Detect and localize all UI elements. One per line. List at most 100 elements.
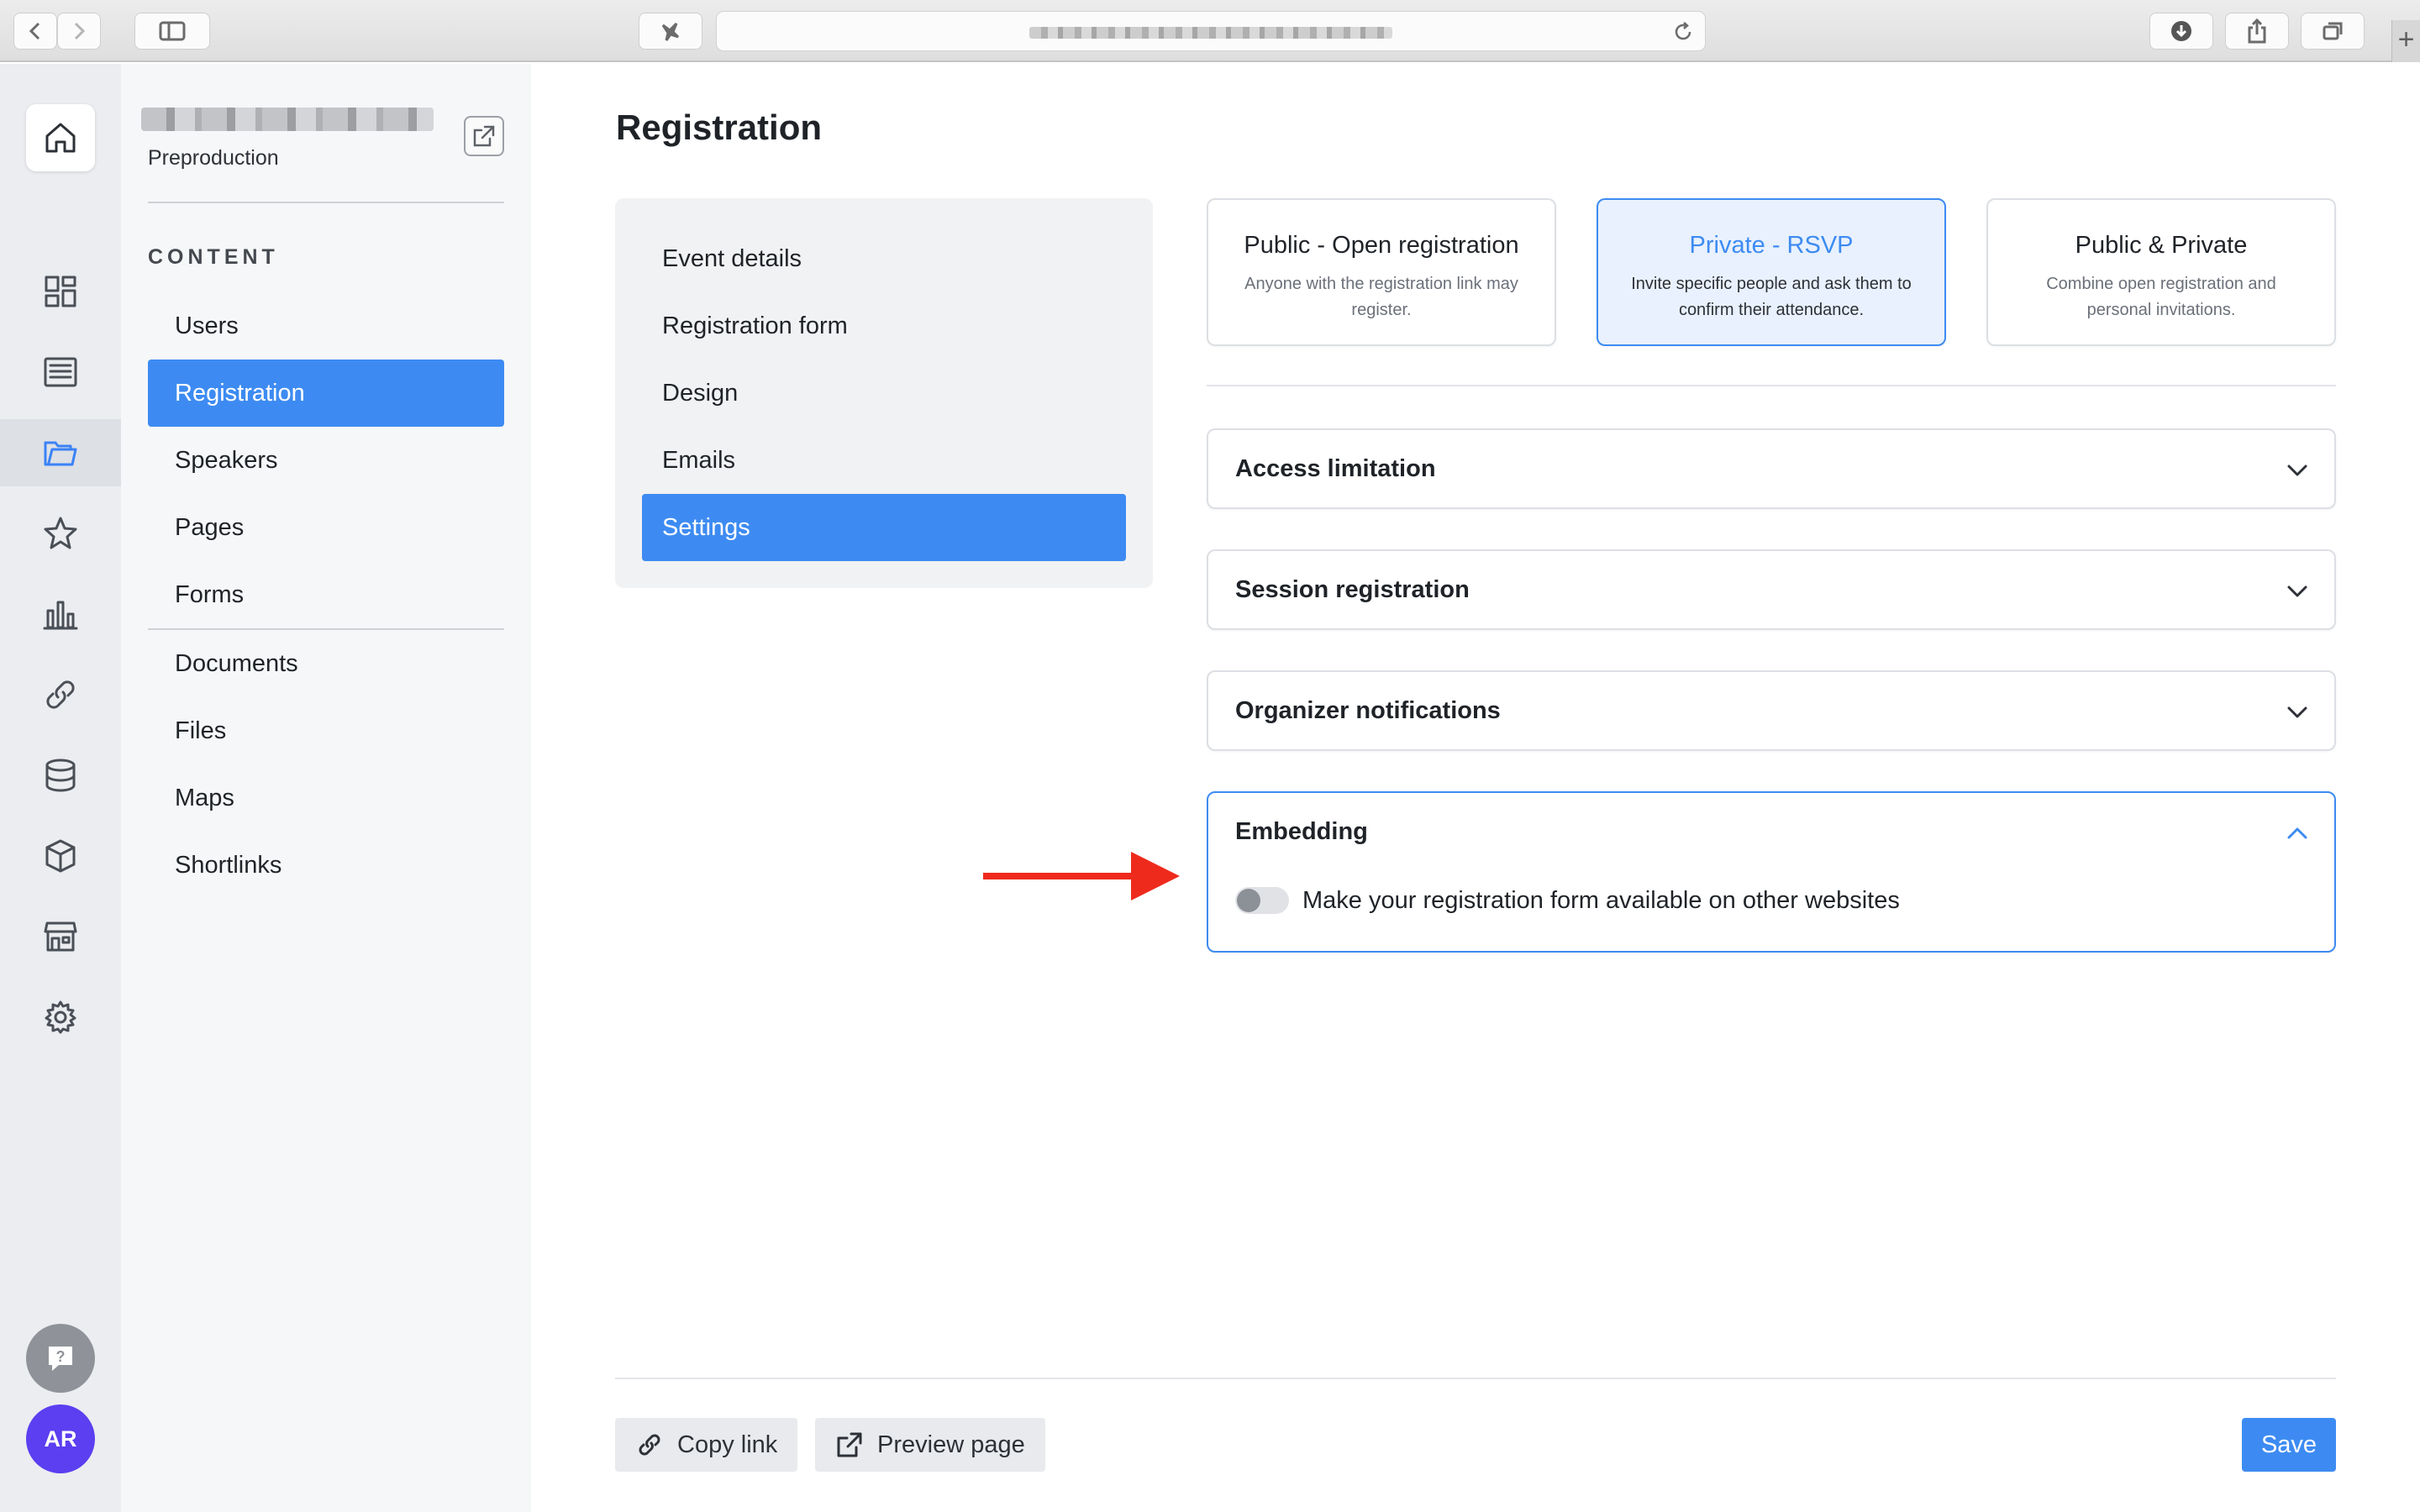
chevron-down-icon [2287, 585, 2307, 597]
rail-item-news[interactable] [0, 339, 121, 406]
accordion-title: Session registration [1235, 576, 1470, 603]
sidebar-item-files[interactable]: Files [148, 697, 504, 764]
registration-type-description: Anyone with the registration link may re… [1244, 275, 1518, 319]
app-icon-rail: ? AR [0, 64, 121, 1512]
sidebar-item-speakers[interactable]: Speakers [148, 427, 504, 494]
sidebar-toggle-button[interactable] [134, 13, 210, 50]
chevron-left-icon [29, 22, 40, 40]
subnav-event-details[interactable]: Event details [642, 225, 1126, 292]
link-icon [46, 680, 75, 709]
preview-page-button[interactable]: Preview page [815, 1418, 1045, 1472]
sidebar-item-registration[interactable]: Registration [148, 360, 504, 427]
tabs-icon [2323, 22, 2343, 40]
accordion-embedding[interactable]: Embedding Make your registration form av… [1207, 791, 2336, 953]
rail-item-links[interactable] [0, 661, 121, 728]
embedding-toggle-label: Make your registration form available on… [1302, 887, 1900, 914]
registration-type-title: Public - Open registration [1244, 232, 1519, 259]
accordion-title: Access limitation [1235, 455, 1436, 482]
project-environment: Preproduction [148, 146, 279, 170]
browser-toolbar: + [0, 0, 2420, 62]
open-external-button[interactable] [464, 116, 504, 156]
rail-item-store[interactable] [0, 903, 121, 970]
user-avatar[interactable]: AR [26, 1404, 95, 1473]
rail-item-modules[interactable] [0, 822, 121, 890]
registration-type-public-private[interactable]: Public & Private Combine open registrati… [1986, 198, 2336, 346]
help-icon: ? [49, 1347, 72, 1371]
share-button[interactable] [2225, 13, 2289, 50]
red-arrow-annotation [983, 852, 1180, 900]
registration-subnav: Event details Registration form Design E… [615, 198, 1153, 588]
rail-item-content[interactable] [0, 419, 121, 486]
registration-type-private-rsvp[interactable]: Private - RSVP Invite specific people an… [1597, 198, 1946, 346]
registration-type-title: Private - RSVP [1689, 232, 1854, 259]
accordion-title: Organizer notifications [1235, 697, 1501, 724]
embedding-toggle[interactable] [1235, 887, 1289, 914]
copy-link-button[interactable]: Copy link [615, 1418, 798, 1472]
package-icon [45, 839, 76, 873]
rail-item-favorites[interactable] [0, 500, 121, 567]
toggle-knob [1237, 889, 1260, 912]
sidebar-icon [159, 21, 186, 41]
rail-item-dashboard[interactable] [0, 258, 121, 325]
tabs-button[interactable] [2301, 13, 2365, 50]
address-text-redacted [1029, 27, 1392, 39]
sidebar-item-users[interactable]: Users [148, 292, 504, 360]
star-icon [44, 517, 77, 549]
subnav-emails[interactable]: Emails [642, 427, 1126, 494]
folder-icon [44, 441, 77, 466]
registration-type-description: Combine open registration and personal i… [2046, 275, 2276, 319]
save-button[interactable]: Save [2242, 1418, 2336, 1472]
download-icon [2171, 21, 2191, 41]
sidebar-item-documents[interactable]: Documents [148, 630, 504, 697]
back-button[interactable] [13, 13, 57, 50]
registration-type-description: Invite specific people and ask them to c… [1631, 275, 1912, 319]
section-title: CONTENT [148, 245, 279, 269]
new-tab-button[interactable]: + [2391, 20, 2420, 62]
chevron-right-icon [74, 22, 86, 40]
chevron-up-icon [2287, 827, 2307, 839]
extension-button[interactable] [639, 13, 702, 50]
rail-item-settings[interactable] [0, 984, 121, 1051]
external-link-icon [837, 1432, 862, 1457]
database-icon [45, 759, 76, 792]
help-button[interactable]: ? [26, 1324, 95, 1393]
reload-icon[interactable] [1671, 20, 1695, 44]
rail-home-button[interactable] [26, 104, 95, 171]
registration-type-title: Public & Private [2075, 232, 2248, 259]
downloads-button[interactable] [2149, 13, 2213, 50]
accordion-organizer-notifications[interactable]: Organizer notifications [1207, 670, 2336, 751]
subnav-settings[interactable]: Settings [642, 494, 1126, 561]
chevron-down-icon [2287, 706, 2307, 718]
chevron-down-icon [2287, 465, 2307, 476]
bird-icon [661, 22, 680, 41]
project-name-redacted [141, 108, 434, 131]
page-title: Registration [616, 108, 823, 147]
rail-item-data[interactable] [0, 742, 121, 809]
home-icon [45, 123, 76, 153]
address-bar[interactable] [716, 11, 1706, 51]
accordion-title: Embedding [1235, 818, 1368, 845]
preview-page-label: Preview page [877, 1431, 1025, 1458]
sidebar-item-shortlinks[interactable]: Shortlinks [148, 832, 504, 899]
content-sidebar: Preproduction CONTENT Users Registration… [121, 64, 531, 1512]
analytics-icon [43, 601, 78, 630]
subnav-design[interactable]: Design [642, 360, 1126, 427]
cards-divider [1207, 385, 2336, 386]
news-icon [44, 357, 77, 387]
dashboard-icon [45, 276, 76, 307]
link-icon [639, 1434, 660, 1456]
accordion-access-limitation[interactable]: Access limitation [1207, 428, 2336, 509]
sidebar-item-maps[interactable]: Maps [148, 764, 504, 832]
registration-type-public-open[interactable]: Public - Open registration Anyone with t… [1207, 198, 1556, 346]
forward-button[interactable] [57, 13, 101, 50]
store-icon [44, 921, 77, 952]
sidebar-item-pages[interactable]: Pages [148, 494, 504, 561]
external-link-icon [473, 125, 495, 147]
subnav-registration-form[interactable]: Registration form [642, 292, 1126, 360]
accordion-session-registration[interactable]: Session registration [1207, 549, 2336, 630]
svg-text:?: ? [56, 1348, 66, 1365]
sidebar-item-forms[interactable]: Forms [148, 561, 504, 628]
footer-divider [615, 1378, 2336, 1379]
rail-item-analytics[interactable] [0, 580, 121, 648]
sidebar-divider [148, 202, 504, 203]
